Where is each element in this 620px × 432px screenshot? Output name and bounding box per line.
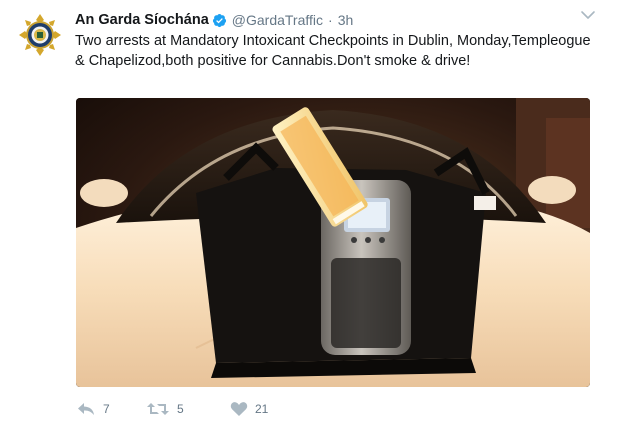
retweet-icon [147, 403, 169, 415]
author-handle[interactable]: @GardaTraffic [232, 12, 323, 28]
garda-badge-avatar[interactable] [18, 13, 62, 57]
author-name[interactable]: An Garda Síochána [75, 12, 209, 28]
reply-button[interactable]: 7 [76, 401, 146, 417]
like-button[interactable]: 21 [230, 401, 310, 417]
breathalyser-kit-photo [76, 98, 590, 387]
tweet-text: Two arrests at Mandatory Intoxicant Chec… [75, 33, 591, 69]
tweet-header: An Garda Síochána @GardaTraffic · 3h [75, 10, 353, 30]
garda-badge-icon [19, 14, 61, 56]
tweet: An Garda Síochána @GardaTraffic · 3h Two… [0, 0, 620, 432]
chevron-down-icon[interactable] [580, 8, 596, 22]
tweet-actions: 7 5 21 [76, 398, 310, 420]
reply-icon [78, 403, 94, 415]
header-separator: · [328, 12, 333, 28]
reply-count: 7 [103, 402, 110, 416]
like-count: 21 [255, 402, 269, 416]
verified-badge-icon [212, 13, 227, 28]
tweet-photo[interactable] [76, 98, 590, 387]
tweet-timestamp[interactable]: 3h [338, 12, 354, 28]
retweet-count: 5 [177, 402, 184, 416]
retweet-button[interactable]: 5 [146, 401, 230, 417]
heart-icon [230, 402, 248, 416]
